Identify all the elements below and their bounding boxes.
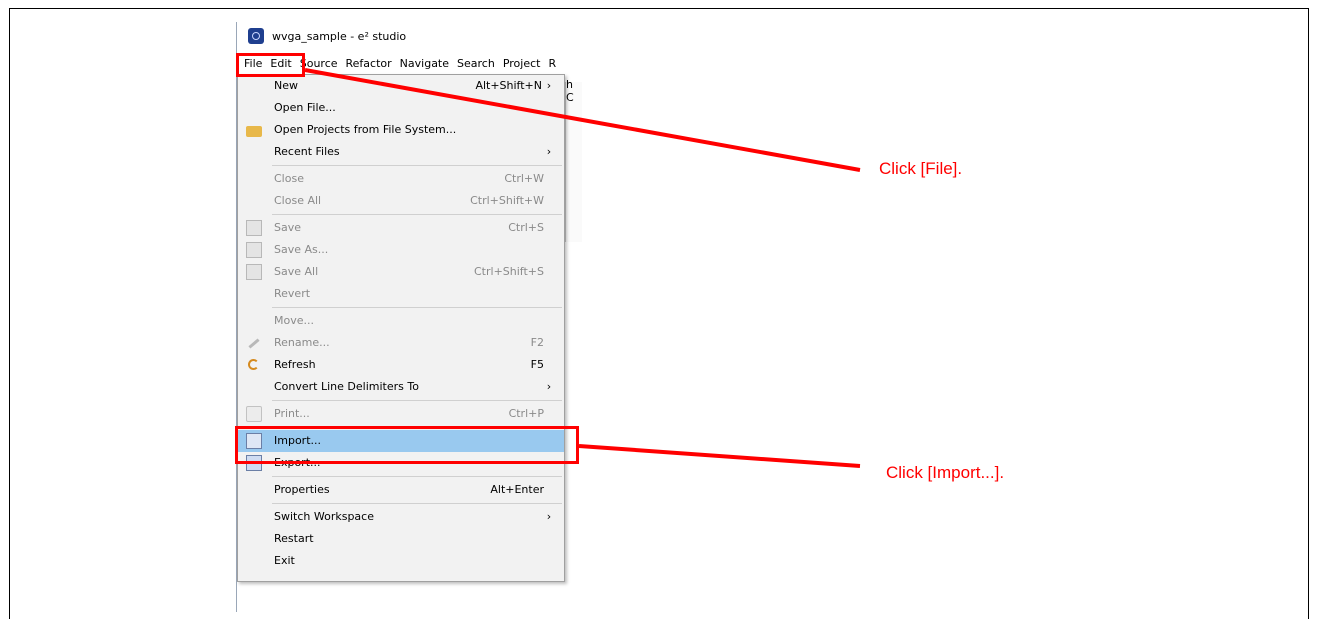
callout-line-file [304,68,861,172]
callout-line-import [578,444,861,468]
callout-lines [304,68,861,468]
annotation-click-import: Click [Import...]. [886,463,1005,482]
annotation-click-file: Click [File]. [879,159,963,178]
